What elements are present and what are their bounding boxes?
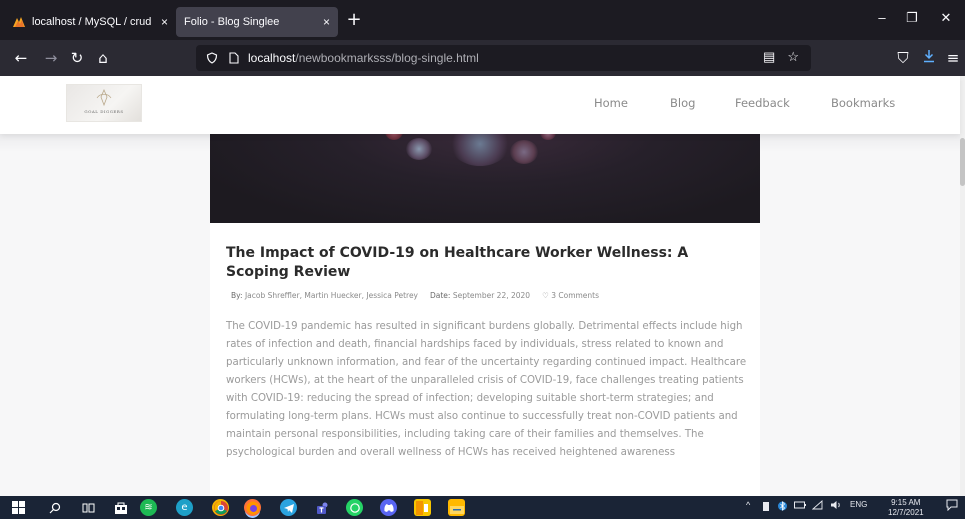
system-clock[interactable]: 9:15 AM 12/7/2021	[888, 498, 924, 518]
reader-view-icon[interactable]: ▤	[763, 49, 775, 65]
authors-label: By:	[231, 291, 243, 300]
new-tab-button[interactable]: +	[344, 10, 364, 30]
volume-icon[interactable]	[830, 500, 843, 512]
article-date: Date: September 22, 2020	[430, 291, 530, 300]
pocket-icon[interactable]: ⛉	[892, 48, 914, 68]
address-bar[interactable]: localhost/newbookmarksss/blog-single.htm…	[196, 45, 811, 71]
tab-blog-single[interactable]: Folio - Blog Singlee ×	[176, 7, 338, 37]
article-authors: By: Jacob Shreffler, Martin Huecker, Jes…	[231, 291, 418, 300]
menu-icon[interactable]: ≡	[942, 48, 964, 68]
store-icon[interactable]	[112, 499, 129, 516]
blog-article: The Impact of COVID-19 on Healthcare Wor…	[210, 134, 760, 496]
scrollbar-thumb[interactable]	[960, 138, 965, 186]
url-path: /newbookmarksss/blog-single.html	[295, 51, 479, 65]
date-value: September 22, 2020	[452, 291, 531, 300]
nav-blog[interactable]: Blog	[670, 96, 695, 110]
close-tab-icon[interactable]: ×	[161, 15, 168, 29]
minimize-icon[interactable]: –	[870, 10, 894, 25]
article-comments[interactable]: ♡ 3 Comments	[542, 291, 599, 300]
tab-phpmyadmin[interactable]: localhost / MySQL / crud | php ×	[4, 7, 176, 37]
teams-icon[interactable]	[314, 499, 331, 516]
tab-title: Folio - Blog Singlee	[184, 16, 280, 28]
firefox-icon[interactable]	[244, 499, 261, 516]
authors-value: Jacob Shreffler, Martin Huecker, Jessica…	[244, 291, 418, 300]
article-hero-image	[210, 134, 760, 223]
search-icon[interactable]	[46, 499, 63, 516]
logo-mark-icon	[96, 89, 112, 107]
page-viewport: GOAL DIGGERS Home Blog Feedback Bookmark…	[0, 76, 965, 496]
nav-home[interactable]: Home	[594, 96, 628, 110]
nav-bookmarks[interactable]: Bookmarks	[831, 96, 895, 110]
clock-date: 12/7/2021	[888, 508, 924, 517]
close-tab-icon[interactable]: ×	[323, 15, 330, 29]
windows-taskbar: ≋ e ^ ENG 9:15 AM 12/7/2021	[0, 496, 965, 519]
task-view-icon[interactable]	[80, 499, 97, 516]
restore-icon[interactable]: ❐	[900, 10, 924, 26]
telegram-icon[interactable]	[280, 499, 297, 516]
page-icon	[226, 50, 242, 66]
comments-count: 3 Comments	[551, 291, 600, 300]
phpmyadmin-icon	[12, 15, 26, 29]
spotify-icon[interactable]: ≋	[140, 499, 157, 516]
forward-icon[interactable]: →	[40, 48, 62, 68]
edge-icon[interactable]: e	[176, 499, 193, 516]
windows-start-icon[interactable]	[10, 499, 27, 516]
shield-icon[interactable]	[204, 50, 220, 66]
discord-icon[interactable]	[380, 499, 397, 516]
tray-app-icon[interactable]	[762, 500, 770, 514]
chrome-icon[interactable]	[212, 499, 229, 516]
clock-time: 9:15 AM	[891, 498, 921, 507]
home-icon[interactable]: ⌂	[92, 48, 114, 68]
battery-icon[interactable]	[794, 500, 806, 512]
download-icon[interactable]	[918, 48, 940, 68]
heart-icon: ♡	[542, 291, 549, 300]
logo-text: GOAL DIGGERS	[84, 109, 124, 114]
nav-feedback[interactable]: Feedback	[735, 96, 790, 110]
article-meta: By: Jacob Shreffler, Martin Huecker, Jes…	[231, 291, 599, 300]
back-icon[interactable]: ←	[10, 48, 32, 68]
bluetooth-icon[interactable]	[778, 500, 787, 514]
wifi-icon[interactable]	[811, 499, 823, 512]
file-explorer-icon[interactable]	[448, 499, 465, 516]
site-header: GOAL DIGGERS Home Blog Feedback Bookmark…	[0, 76, 960, 134]
language-indicator[interactable]: ENG	[850, 500, 867, 509]
date-label: Date:	[430, 291, 451, 300]
close-window-icon[interactable]: ✕	[934, 10, 958, 26]
notification-icon[interactable]	[946, 499, 958, 514]
sticky-notes-icon[interactable]	[414, 499, 431, 516]
tray-chevron-icon[interactable]: ^	[746, 500, 750, 510]
whatsapp-icon[interactable]	[346, 499, 363, 516]
reload-icon[interactable]: ↻	[66, 48, 88, 68]
url-host: localhost	[248, 51, 296, 65]
site-logo[interactable]: GOAL DIGGERS	[66, 84, 142, 122]
browser-toolbar: ← → ↻ ⌂ localhost/newbookmarksss/blog-si…	[0, 40, 965, 76]
browser-tab-strip: localhost / MySQL / crud | php × Folio -…	[0, 0, 965, 40]
bookmark-star-icon[interactable]: ☆	[787, 49, 799, 65]
article-body: The COVID-19 pandemic has resulted in si…	[226, 321, 747, 458]
article-title: The Impact of COVID-19 on Healthcare Wor…	[226, 245, 689, 280]
tab-title: localhost / MySQL / crud | php	[32, 16, 155, 28]
